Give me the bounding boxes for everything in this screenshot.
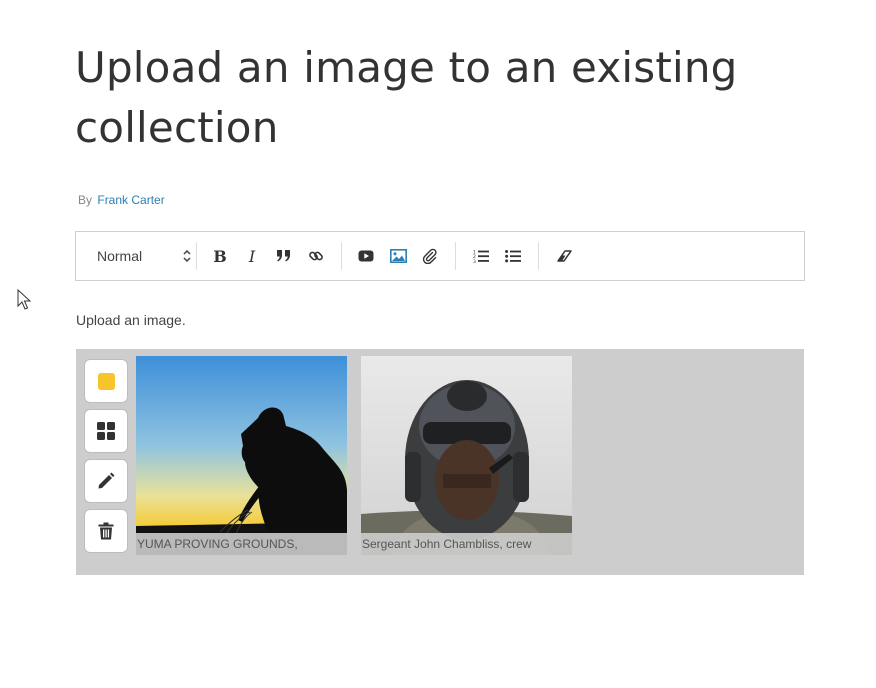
edit-button[interactable] (84, 459, 128, 503)
clear-format-button[interactable] (550, 232, 578, 280)
format-select[interactable]: Normal (88, 232, 197, 280)
mouse-cursor-icon (17, 289, 31, 310)
gallery-image-1[interactable]: YUMA PROVING GROUNDS, (136, 356, 347, 555)
byline-prefix: By (78, 193, 93, 207)
italic-button[interactable]: I (238, 232, 266, 280)
select-caret-icon (183, 249, 191, 263)
quote-icon (277, 250, 290, 262)
author-link[interactable]: Frank Carter (97, 193, 164, 207)
link-button[interactable] (302, 232, 330, 280)
ordered-list-button[interactable]: 1 2 3 (467, 232, 495, 280)
toolbar-divider (455, 242, 456, 270)
italic-icon: I (248, 248, 256, 264)
bold-icon: B (213, 248, 227, 264)
image-caption: YUMA PROVING GROUNDS, (136, 533, 347, 555)
attachment-button[interactable] (416, 232, 444, 280)
layout-grid-button[interactable] (84, 409, 128, 453)
bulleted-list-icon (505, 250, 521, 263)
format-select-value: Normal (97, 248, 143, 264)
page-title: Upload an image to an existing collectio… (75, 43, 738, 152)
toolbar-divider (538, 242, 539, 270)
image-gallery: YUMA PROVING GROUNDS, Sergeant John Cham… (76, 349, 804, 575)
quote-button[interactable] (270, 232, 298, 280)
image-button[interactable] (384, 232, 412, 280)
ordered-list-icon: 1 2 3 (473, 250, 489, 263)
image-icon (389, 249, 407, 263)
delete-trash-icon (98, 522, 114, 540)
editor-paragraph[interactable]: Upload an image. (76, 312, 186, 328)
bulleted-list-button[interactable] (499, 232, 527, 280)
toolbar-divider (341, 242, 342, 270)
gallery-image-2[interactable]: Sergeant John Chambliss, crew (361, 356, 572, 555)
layout-grid-icon (97, 422, 115, 440)
pilot-helmet-image (361, 356, 572, 555)
toolbar-divider (196, 242, 197, 270)
byline: By Frank Carter (78, 193, 165, 207)
soldier-silhouette-image (136, 356, 347, 555)
bold-button[interactable]: B (206, 232, 234, 280)
video-button[interactable] (352, 232, 380, 280)
clear-format-icon (557, 250, 572, 262)
image-caption: Sergeant John Chambliss, crew (361, 533, 572, 555)
edit-pencil-icon (98, 472, 115, 489)
svg-text:I: I (248, 248, 256, 264)
svg-text:B: B (213, 248, 227, 264)
video-icon (358, 250, 374, 262)
attachment-icon (422, 248, 437, 264)
link-icon (309, 251, 323, 261)
svg-text:3: 3 (473, 259, 476, 263)
color-swatch (97, 372, 115, 390)
editor-toolbar: Normal B I 1 2 3 (75, 231, 805, 281)
color-swatch-button[interactable] (84, 359, 128, 403)
delete-button[interactable] (84, 509, 128, 553)
